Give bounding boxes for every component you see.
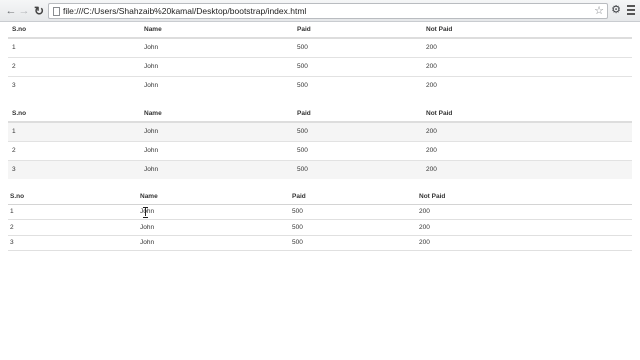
cell-sno: 2: [10, 223, 14, 231]
cell-not-paid: 200: [426, 166, 437, 174]
table-header-row: S.no Name Paid Not Paid: [8, 22, 632, 38]
table-header-row: S.no Name Paid Not Paid: [8, 190, 632, 204]
cell-paid: 500: [297, 166, 308, 174]
cell-not-paid: 200: [426, 128, 437, 136]
cell-not-paid: 200: [419, 239, 430, 247]
payments-table-striped: S.no Name Paid Not Paid 1 John 500 200 2…: [8, 106, 632, 179]
cell-sno: 3: [12, 166, 16, 174]
table-row: 1 John 500 200: [8, 38, 632, 57]
wrench-icon[interactable]: ⚙: [610, 3, 622, 17]
cell-paid: 500: [297, 147, 308, 154]
cell-not-paid: 200: [426, 147, 437, 154]
table-row: 2 John 500 200: [8, 220, 632, 235]
cell-name: John: [144, 166, 159, 174]
cell-sno: 2: [12, 63, 16, 70]
column-header-name: Name: [144, 26, 162, 33]
column-header-paid: Paid: [297, 110, 311, 117]
bookmark-star-icon[interactable]: ☆: [594, 5, 604, 18]
menu-icon[interactable]: [626, 4, 636, 18]
back-arrow-icon[interactable]: ←: [4, 4, 18, 18]
table-row: 3 John 500 200: [8, 160, 632, 179]
table-row: 3 John 500 200: [8, 76, 632, 95]
text-cursor-icon: [143, 207, 148, 218]
cell-sno: 1: [12, 128, 16, 136]
table-row: 2 John 500 200: [8, 141, 632, 160]
cell-not-paid: 200: [426, 44, 437, 52]
cell-name: John: [144, 63, 159, 70]
page-icon: [53, 7, 60, 16]
payments-table-basic: S.no Name Paid Not Paid 1 John 500 200 2…: [8, 22, 632, 95]
cell-paid: 500: [297, 128, 308, 136]
cell-not-paid: 200: [419, 223, 430, 231]
table-row: 2 John 500 200: [8, 57, 632, 76]
column-header-sno: S.no: [10, 193, 25, 201]
forward-arrow-icon[interactable]: →: [17, 4, 31, 18]
column-header-name: Name: [140, 193, 158, 201]
cell-paid: 500: [297, 82, 308, 90]
url-text[interactable]: file:///C:/Users/Shahzaib%20kamal/Deskto…: [63, 6, 306, 17]
cell-not-paid: 200: [419, 208, 430, 216]
table-row: 3 John 500 200: [8, 235, 632, 251]
column-header-not-paid: Not Paid: [419, 193, 446, 201]
cell-sno: 3: [12, 82, 16, 90]
table-header-row: S.no Name Paid Not Paid: [8, 106, 632, 122]
payments-table-condensed: S.no Name Paid Not Paid 1 John 500 200 2…: [8, 190, 632, 251]
table-row: 1 John 500 200: [8, 122, 632, 141]
column-header-name: Name: [144, 110, 162, 117]
cell-name: John: [144, 147, 159, 154]
column-header-not-paid: Not Paid: [426, 110, 453, 117]
cell-paid: 500: [292, 239, 303, 247]
address-bar[interactable]: file:///C:/Users/Shahzaib%20kamal/Deskto…: [48, 3, 608, 19]
cell-paid: 500: [292, 208, 303, 216]
table-row: 1 John 500 200: [8, 204, 632, 220]
cell-sno: 3: [10, 239, 14, 247]
column-header-paid: Paid: [297, 26, 311, 33]
column-header-paid: Paid: [292, 193, 306, 201]
cell-name: John: [144, 82, 159, 90]
browser-toolbar: ← → ↻ file:///C:/Users/Shahzaib%20kamal/…: [0, 0, 640, 22]
cell-sno: 1: [10, 208, 14, 216]
column-header-sno: S.no: [12, 110, 27, 117]
cell-name: John: [140, 239, 155, 247]
cell-sno: 1: [12, 44, 16, 52]
cell-not-paid: 200: [426, 63, 437, 70]
cell-name: John: [144, 44, 159, 52]
cell-name: John: [140, 208, 155, 216]
cell-not-paid: 200: [426, 82, 437, 90]
column-header-not-paid: Not Paid: [426, 26, 453, 33]
cell-paid: 500: [292, 223, 303, 231]
column-header-sno: S.no: [12, 26, 27, 33]
cell-paid: 500: [297, 63, 308, 70]
cell-sno: 2: [12, 147, 16, 154]
cell-name: John: [144, 128, 159, 136]
cell-name: John: [140, 223, 155, 231]
cell-paid: 500: [297, 44, 308, 52]
reload-icon[interactable]: ↻: [32, 4, 46, 18]
